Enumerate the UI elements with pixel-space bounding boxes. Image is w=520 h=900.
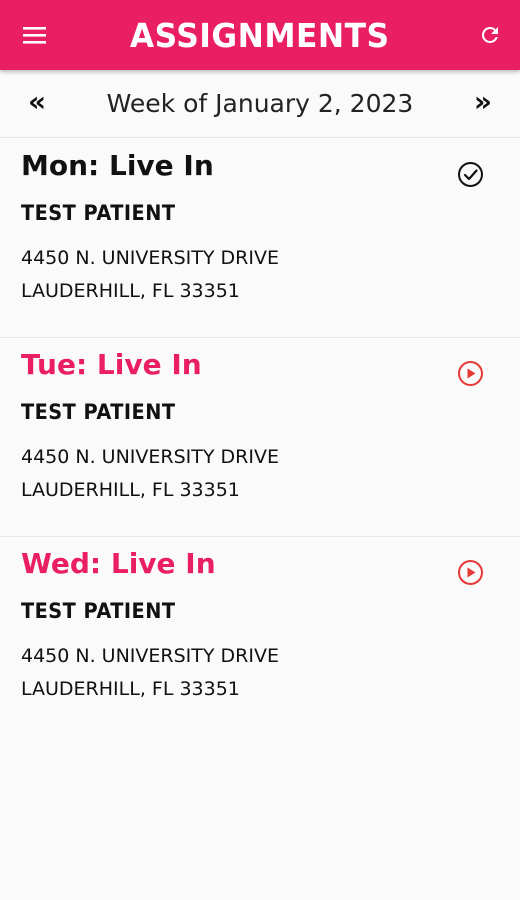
play-circle-icon[interactable] — [457, 360, 484, 387]
week-navigation: « Week of January 2, 2023 » — [0, 70, 520, 138]
previous-week-button[interactable]: « — [28, 88, 46, 116]
patient-name: TEST PATIENT — [21, 400, 176, 424]
page-title: ASSIGNMENTS — [130, 15, 390, 55]
assignment-item[interactable]: Wed: Live In TEST PATIENT 4450 N. UNIVER… — [0, 537, 520, 736]
next-week-button[interactable]: » — [474, 88, 492, 116]
address-line-1: 4450 N. UNIVERSITY DRIVE — [21, 247, 279, 269]
assignment-day: Mon: Live In — [21, 149, 214, 182]
check-circle-icon[interactable] — [457, 161, 484, 188]
assignment-item[interactable]: Mon: Live In TEST PATIENT 4450 N. UNIVER… — [0, 139, 520, 338]
refresh-icon[interactable] — [478, 23, 502, 47]
address-line-2: LAUDERHILL, FL 33351 — [21, 678, 240, 700]
address-line-1: 4450 N. UNIVERSITY DRIVE — [21, 645, 279, 667]
address-line-2: LAUDERHILL, FL 33351 — [21, 479, 240, 501]
address-line-1: 4450 N. UNIVERSITY DRIVE — [21, 446, 279, 468]
assignment-day: Wed: Live In — [21, 547, 216, 580]
patient-name: TEST PATIENT — [21, 599, 176, 623]
week-label: Week of January 2, 2023 — [106, 89, 414, 118]
hamburger-menu-icon[interactable] — [22, 24, 48, 46]
play-circle-icon[interactable] — [457, 559, 484, 586]
assignment-item[interactable]: Tue: Live In TEST PATIENT 4450 N. UNIVER… — [0, 338, 520, 537]
patient-name: TEST PATIENT — [21, 201, 176, 225]
assignment-day: Tue: Live In — [21, 348, 202, 381]
address-line-2: LAUDERHILL, FL 33351 — [21, 280, 240, 302]
app-bar: ASSIGNMENTS — [0, 0, 520, 70]
assignment-list: Mon: Live In TEST PATIENT 4450 N. UNIVER… — [0, 139, 520, 736]
